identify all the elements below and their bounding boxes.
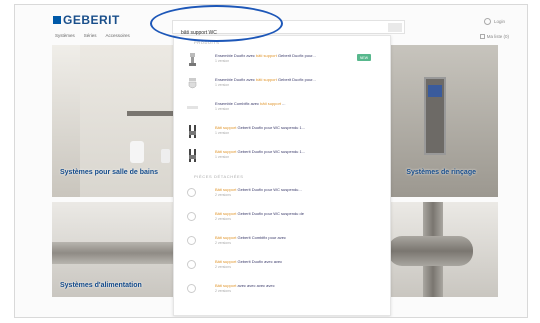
frame-icon	[187, 125, 198, 138]
nav-item-systemes[interactable]: Systèmes	[55, 33, 75, 38]
logo-square-icon	[53, 16, 61, 24]
browser-page: GEBERIT Systèmes Séries Accessoires Logi…	[14, 4, 528, 318]
spare-part-versions: 2 versions	[215, 289, 231, 293]
spare-part-icon	[187, 284, 196, 293]
my-list-link[interactable]: Ma liste (0)	[479, 34, 509, 39]
product-title: Ensemble Duofix avec bâti support Geberi…	[215, 77, 316, 82]
product-versions: 1 version	[215, 59, 230, 63]
spare-part-icon	[187, 236, 196, 245]
pipe-right	[388, 236, 473, 266]
spare-part-versions: 2 versions	[215, 217, 231, 221]
hero-caption-bathroom[interactable]: Systèmes pour salle de bains	[60, 169, 158, 176]
user-icon	[483, 18, 491, 25]
spare-parts-section-title: PIÈCES DÉTACHÉES	[194, 174, 244, 179]
frame-icon	[187, 149, 198, 162]
spare-part-icon	[187, 212, 196, 221]
product-row[interactable]: Bâti support Geberit Duofix pour WC susp…	[174, 120, 390, 144]
nav-item-accessoires[interactable]: Accessoires	[106, 33, 130, 38]
product-versions: 1 version	[215, 155, 230, 159]
spare-part-row[interactable]: Bâti support Geberit Duofix pour WC susp…	[174, 182, 390, 206]
spare-part-versions: 2 versions	[215, 265, 231, 269]
bati-support-icon	[187, 53, 198, 66]
product-row[interactable]: Ensemble Combifix avec bâti support ... …	[174, 96, 390, 120]
search-button[interactable]	[388, 23, 402, 32]
my-list-label: Ma liste (0)	[486, 34, 509, 39]
product-row[interactable]: Bâti support Geberit Duofix pour WC susp…	[174, 144, 390, 168]
bidet-image	[161, 149, 170, 163]
product-row[interactable]: Ensemble Duofix avec bâti support Geberi…	[174, 72, 390, 96]
spare-part-versions: 2 versions	[215, 241, 231, 245]
nav-item-series[interactable]: Séries	[84, 33, 97, 38]
spare-part-title: Bâti support Geberit Duofix pour WC susp…	[215, 211, 304, 216]
new-badge: NEW	[357, 54, 371, 61]
spare-part-row[interactable]: Bâti support Geberit Combifix pour avec …	[174, 230, 390, 254]
cistern	[428, 85, 442, 97]
spare-part-row[interactable]: Bâti support Geberit Duofix avec avec 2 …	[174, 254, 390, 278]
annotation-oval	[150, 5, 283, 42]
frame-icon	[187, 101, 198, 114]
wc-bowl-icon	[187, 77, 198, 90]
product-title: Bâti support Geberit Duofix pour WC susp…	[215, 149, 306, 154]
product-title: Ensemble Duofix avec bâti support Geberi…	[215, 53, 316, 58]
product-versions: 1 version	[215, 107, 230, 111]
geberit-logo[interactable]: GEBERIT	[53, 13, 120, 27]
spare-part-title: Bâti support Geberit Duofix avec avec	[215, 259, 283, 264]
spare-part-title: Bâti support Geberit Duofix pour WC susp…	[215, 187, 302, 192]
spare-part-icon	[187, 260, 196, 269]
main-nav: Systèmes Séries Accessoires	[55, 33, 130, 38]
product-versions: 1 version	[215, 131, 230, 135]
search-suggestions: PRODUITS Ensemble Duofix avec bâti suppo…	[173, 35, 391, 316]
list-icon	[479, 34, 485, 39]
login-link[interactable]: Login	[483, 18, 505, 25]
spare-part-title: Bâti support avec avec avec avec	[215, 283, 275, 288]
logo-text: GEBERIT	[63, 13, 120, 27]
hero-caption-flush[interactable]: Systèmes de rinçage	[406, 169, 476, 176]
spare-part-versions: 2 versions	[215, 193, 231, 197]
spare-part-icon	[187, 188, 196, 197]
product-row[interactable]: Ensemble Duofix avec bâti support Geberi…	[174, 48, 390, 72]
spare-part-row[interactable]: Bâti support avec avec avec avec 2 versi…	[174, 278, 390, 302]
login-label: Login	[493, 19, 505, 24]
product-title: Ensemble Combifix avec bâti support ...	[215, 101, 286, 106]
hero-caption-supply[interactable]: Systèmes d'alimentation	[60, 282, 142, 289]
wc-image	[130, 141, 144, 163]
spare-part-title: Bâti support Geberit Combifix pour avec	[215, 235, 286, 240]
spare-part-row[interactable]: Bâti support Geberit Duofix pour WC susp…	[174, 206, 390, 230]
product-title: Bâti support Geberit Duofix pour WC susp…	[215, 125, 306, 130]
product-versions: 1 version	[215, 83, 230, 87]
